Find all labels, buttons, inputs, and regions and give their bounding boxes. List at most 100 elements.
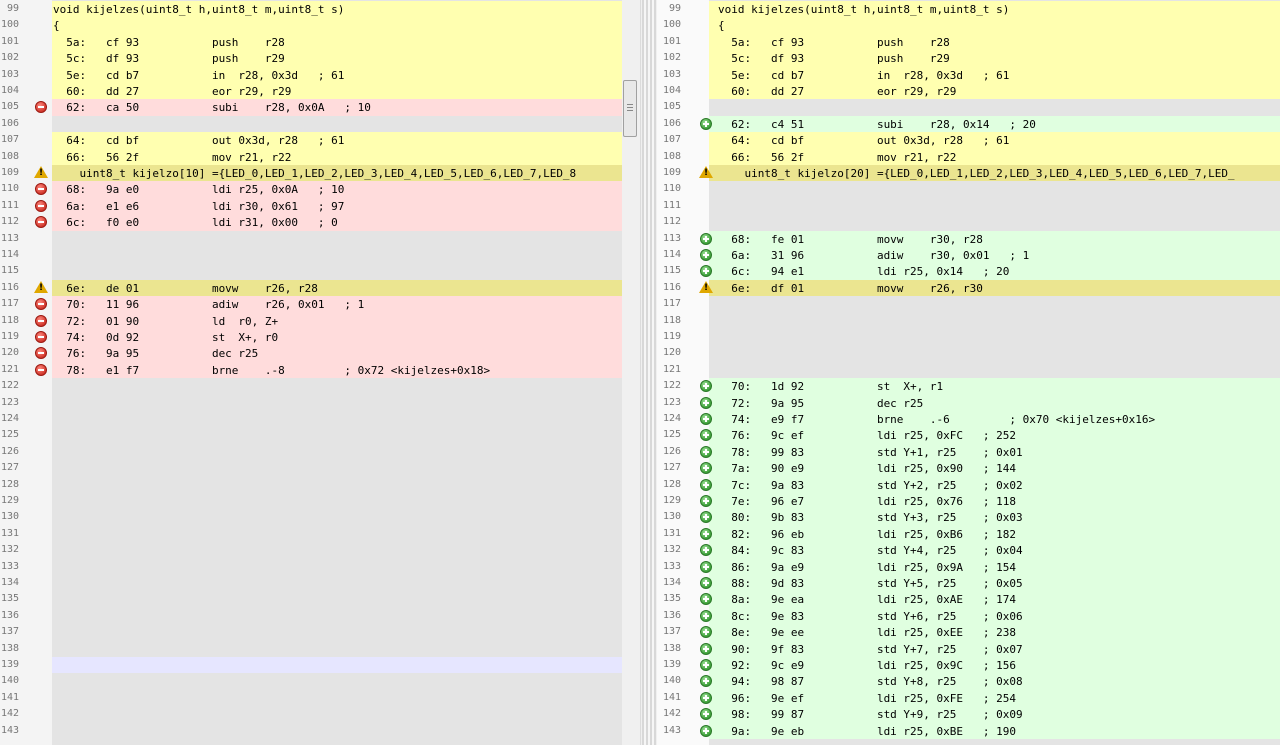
diff-line[interactable]: 142 — [0, 706, 622, 723]
diff-line[interactable]: 136 — [0, 607, 622, 625]
plus-circle-icon[interactable] — [699, 576, 714, 590]
diff-line[interactable]: 112 6c: f0 e0 ldi r31, 0x00 ; 0 — [0, 214, 622, 231]
diff-line[interactable]: 117 70: 11 96 adiw r26, 0x01 ; 1 — [0, 296, 622, 313]
plus-circle-icon[interactable] — [699, 560, 714, 574]
minus-circle-icon[interactable] — [34, 100, 49, 114]
diff-line[interactable]: 130 — [0, 509, 622, 526]
diff-line[interactable]: 109 uint8_t kijelzo[10] ={LED_0,LED_1,LE… — [0, 165, 622, 182]
diff-line[interactable]: 125 76: 9c ef ldi r25, 0xFC ; 252 — [657, 427, 1280, 444]
diff-line[interactable]: 137 8e: 9e ee ldi r25, 0xEE ; 238 — [657, 624, 1280, 641]
plus-circle-icon[interactable] — [699, 642, 714, 656]
minus-circle-icon[interactable] — [34, 363, 49, 377]
minus-circle-icon[interactable] — [34, 330, 49, 344]
plus-circle-icon[interactable] — [699, 264, 714, 278]
diff-line[interactable]: 127 7a: 90 e9 ldi r25, 0x90 ; 144 — [657, 460, 1280, 477]
minus-circle-icon[interactable] — [34, 297, 49, 311]
diff-line[interactable]: 141 — [0, 689, 622, 707]
diff-line[interactable]: 102 5c: df 93 push r29 — [657, 50, 1280, 67]
right-diff-pane[interactable]: 99 void kijelzes(uint8_t h,uint8_t m,uint… — [657, 0, 1280, 745]
diff-line[interactable]: 121 78: e1 f7 brne .-8 ; 0x72 <kijelzes+… — [0, 361, 622, 379]
diff-line[interactable]: 100 { — [657, 17, 1280, 34]
diff-line[interactable]: 108 66: 56 2f mov r21, r22 — [0, 148, 622, 165]
scrollbar-thumb[interactable] — [623, 80, 637, 137]
diff-line[interactable]: 99 void kijelzes(uint8_t h,uint8_t m,uint… — [0, 1, 622, 18]
diff-line[interactable]: 111 — [657, 197, 1280, 215]
minus-circle-icon[interactable] — [34, 182, 49, 196]
diff-line[interactable]: 120 76: 9a 95 dec r25 — [0, 345, 622, 362]
warning-icon[interactable] — [699, 166, 714, 180]
diff-line[interactable]: 111 6a: e1 e6 ldi r30, 0x61 ; 97 — [0, 197, 622, 215]
diff-line[interactable]: 128 — [0, 476, 622, 493]
diff-line[interactable]: 106 62: c4 51 subi r28, 0x14 ; 20 — [657, 115, 1280, 133]
diff-line[interactable]: 110 68: 9a e0 ldi r25, 0x0A ; 10 — [0, 181, 622, 198]
plus-circle-icon[interactable] — [699, 396, 714, 410]
diff-line[interactable]: 129 7e: 96 e7 ldi r25, 0x76 ; 118 — [657, 493, 1280, 510]
plus-circle-icon[interactable] — [699, 658, 714, 672]
splitter-grip[interactable] — [642, 0, 656, 745]
plus-circle-icon[interactable] — [699, 494, 714, 508]
diff-line[interactable]: 141 96: 9e ef ldi r25, 0xFE ; 254 — [657, 689, 1280, 707]
plus-circle-icon[interactable] — [699, 248, 714, 262]
plus-circle-icon[interactable] — [699, 412, 714, 426]
minus-circle-icon[interactable] — [34, 199, 49, 213]
diff-line[interactable]: 108 66: 56 2f mov r21, r22 — [657, 148, 1280, 165]
diff-line[interactable]: 122 — [0, 378, 622, 395]
plus-circle-icon[interactable] — [699, 527, 714, 541]
diff-line[interactable]: 118 — [657, 312, 1280, 329]
diff-line[interactable]: 115 — [0, 263, 622, 280]
diff-line[interactable]: 112 — [657, 214, 1280, 231]
diff-line[interactable]: 126 — [0, 443, 622, 461]
plus-circle-icon[interactable] — [699, 379, 714, 393]
plus-circle-icon[interactable] — [699, 592, 714, 606]
diff-line[interactable]: 132 84: 9c 83 std Y+4, r25 ; 0x04 — [657, 542, 1280, 559]
diff-line[interactable]: 129 — [0, 493, 622, 510]
diff-line[interactable]: 133 — [0, 558, 622, 575]
diff-line[interactable]: 123 72: 9a 95 dec r25 — [657, 394, 1280, 411]
diff-line[interactable]: 119 74: 0d 92 st X+, r0 — [0, 329, 622, 346]
diff-line[interactable]: 127 — [0, 460, 622, 477]
diff-line[interactable]: 128 7c: 9a 83 std Y+2, r25 ; 0x02 — [657, 476, 1280, 493]
warning-icon[interactable] — [34, 166, 49, 180]
left-diff-pane[interactable]: 99 void kijelzes(uint8_t h,uint8_t m,uint… — [0, 0, 622, 745]
diff-line[interactable]: 101 5a: cf 93 push r28 — [0, 33, 622, 51]
diff-line[interactable]: 124 — [0, 411, 622, 428]
plus-circle-icon[interactable] — [699, 461, 714, 475]
diff-line[interactable]: 110 — [657, 181, 1280, 198]
diff-line[interactable]: 101 5a: cf 93 push r28 — [657, 33, 1280, 51]
diff-line[interactable]: 99 void kijelzes(uint8_t h,uint8_t m,uint… — [657, 1, 1280, 18]
diff-line[interactable]: 126 78: 99 83 std Y+1, r25 ; 0x01 — [657, 443, 1280, 461]
diff-line[interactable]: 123 — [0, 394, 622, 411]
diff-line[interactable]: 113 68: fe 01 movw r30, r28 — [657, 230, 1280, 247]
plus-circle-icon[interactable] — [699, 117, 714, 131]
diff-line[interactable]: 124 74: e9 f7 brne .-6 ; 0x70 <kijelzes+… — [657, 411, 1280, 428]
diff-line[interactable]: 122 70: 1d 92 st X+, r1 — [657, 378, 1280, 395]
plus-circle-icon[interactable] — [699, 478, 714, 492]
diff-line[interactable]: 113 — [0, 230, 622, 247]
plus-circle-icon[interactable] — [699, 232, 714, 246]
diff-line[interactable]: 138 90: 9f 83 std Y+7, r25 ; 0x07 — [657, 640, 1280, 657]
diff-line[interactable]: 105 62: ca 50 subi r28, 0x0A ; 10 — [0, 99, 622, 116]
plus-circle-icon[interactable] — [699, 691, 714, 705]
left-vertical-scrollbar[interactable] — [622, 0, 641, 745]
plus-circle-icon[interactable] — [699, 724, 714, 738]
diff-line[interactable]: 143 9a: 9e eb ldi r25, 0xBE ; 190 — [657, 722, 1280, 739]
diff-line[interactable]: 102 5c: df 93 push r29 — [0, 50, 622, 67]
diff-line[interactable]: 130 80: 9b 83 std Y+3, r25 ; 0x03 — [657, 509, 1280, 526]
diff-line[interactable]: 116 6e: df 01 movw r26, r30 — [657, 279, 1280, 297]
diff-line[interactable]: 140 94: 98 87 std Y+8, r25 ; 0x08 — [657, 673, 1280, 690]
diff-line[interactable]: 125 — [0, 427, 622, 444]
plus-circle-icon[interactable] — [699, 707, 714, 721]
diff-line[interactable]: 138 — [0, 640, 622, 657]
diff-line[interactable]: 104 60: dd 27 eor r29, r29 — [657, 83, 1280, 100]
diff-line[interactable]: 139 92: 9c e9 ldi r25, 0x9C ; 156 — [657, 657, 1280, 674]
diff-line[interactable]: 103 5e: cd b7 in r28, 0x3d ; 61 — [0, 66, 622, 83]
plus-circle-icon[interactable] — [699, 428, 714, 442]
diff-line[interactable]: 135 — [0, 591, 622, 608]
plus-circle-icon[interactable] — [699, 543, 714, 557]
pane-splitter[interactable] — [622, 0, 657, 745]
diff-line[interactable]: 132 — [0, 542, 622, 559]
diff-line[interactable]: 119 — [657, 329, 1280, 346]
plus-circle-icon[interactable] — [699, 510, 714, 524]
diff-line[interactable]: 134 — [0, 575, 622, 592]
diff-line[interactable]: 114 6a: 31 96 adiw r30, 0x01 ; 1 — [657, 247, 1280, 264]
